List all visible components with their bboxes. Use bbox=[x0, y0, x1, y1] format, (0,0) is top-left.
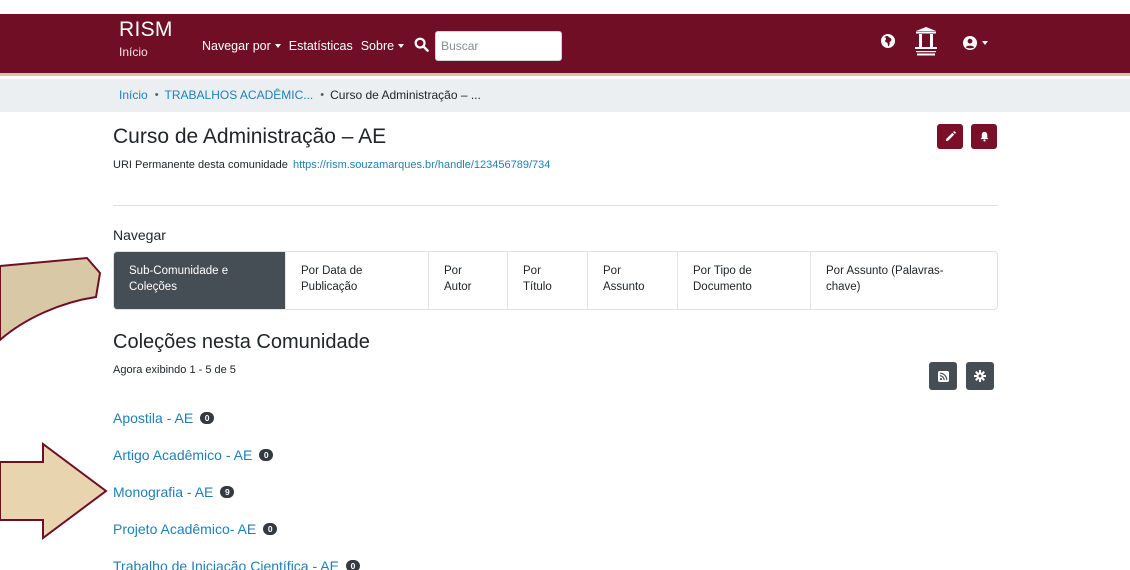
nav-about-label: Sobre bbox=[360, 39, 395, 53]
collections-heading: Coleções nesta Comunidade bbox=[113, 331, 370, 353]
institution-logo[interactable] bbox=[907, 25, 945, 61]
uri-link[interactable]: https://rism.souzamarques.br/handle/1234… bbox=[293, 159, 550, 171]
tab-label-line1: Por Data de bbox=[301, 265, 363, 277]
collection-link[interactable]: Trabalho de Iniciação Científica - AE bbox=[113, 558, 339, 570]
tab-label-line2: Documento bbox=[693, 281, 752, 293]
tab-label-line1: Por Tipo de bbox=[693, 265, 752, 277]
main-nav: Navegar por Estatísticas Sobre bbox=[202, 31, 563, 61]
item-count-badge: 0 bbox=[263, 523, 278, 535]
settings-button[interactable] bbox=[966, 362, 994, 390]
top-navbar: RISM Início Navegar por Estatísticas Sob… bbox=[0, 14, 1130, 76]
rss-button[interactable] bbox=[929, 362, 957, 390]
list-item: Monografia - AE 9 bbox=[113, 483, 360, 501]
brand[interactable]: RISM Início bbox=[119, 18, 173, 59]
user-icon bbox=[963, 36, 977, 50]
uri-label: URI Permanente desta comunidade bbox=[113, 159, 288, 171]
gear-icon bbox=[974, 370, 986, 382]
tab-by-date[interactable]: Por Data de Publicação bbox=[285, 252, 428, 309]
rss-icon bbox=[937, 370, 949, 382]
globe-icon[interactable] bbox=[880, 33, 896, 54]
page-title: Curso de Administração – AE bbox=[113, 125, 387, 148]
nav-statistics[interactable]: Estatísticas bbox=[289, 39, 353, 53]
breadcrumb-separator: • bbox=[320, 89, 325, 101]
collection-link[interactable]: Artigo Acadêmico - AE bbox=[113, 447, 252, 463]
breadcrumb: Início • TRABALHOS ACADÊMIC... • Curso d… bbox=[119, 88, 481, 102]
page: RISM Início Navegar por Estatísticas Sob… bbox=[0, 0, 1130, 570]
nav-statistics-label: Estatísticas bbox=[288, 39, 353, 53]
tab-by-keyword[interactable]: Por Assunto (Palavras- chave) bbox=[810, 252, 997, 309]
tab-by-subject[interactable]: Por Assunto bbox=[587, 252, 677, 309]
home-link[interactable]: Início bbox=[119, 45, 173, 59]
chevron-down-icon bbox=[982, 41, 988, 45]
tab-label-line1: Por bbox=[444, 265, 462, 277]
edit-icon bbox=[945, 131, 956, 142]
breadcrumb-current: Curso de Administração – ... bbox=[330, 88, 481, 102]
edit-button[interactable] bbox=[937, 124, 963, 149]
nav-about-dropdown[interactable]: Sobre bbox=[360, 39, 405, 53]
subscribe-button[interactable] bbox=[971, 124, 997, 149]
list-item: Trabalho de Iniciação Científica - AE 0 bbox=[113, 557, 360, 570]
curved-arrow-annotation bbox=[0, 256, 102, 342]
brand-name[interactable]: RISM bbox=[119, 18, 173, 42]
list-item: Projeto Acadêmico- AE 0 bbox=[113, 520, 360, 538]
chevron-down-icon bbox=[274, 44, 281, 48]
tab-label-line1: Por bbox=[603, 265, 621, 277]
item-count-badge: 0 bbox=[200, 412, 215, 424]
tab-label-line2: chave) bbox=[826, 281, 861, 293]
pointer-arrow-annotation bbox=[0, 442, 108, 540]
breadcrumb-home[interactable]: Início bbox=[119, 88, 148, 102]
nav-browse-dropdown[interactable]: Navegar por bbox=[202, 39, 281, 53]
breadcrumb-separator: • bbox=[154, 89, 159, 101]
search-icon[interactable] bbox=[414, 37, 429, 55]
search-input[interactable] bbox=[435, 31, 563, 61]
tab-label-line2: Coleções bbox=[129, 281, 177, 293]
tab-label-line1: Sub-Comunidade e bbox=[129, 265, 229, 277]
browse-tabs: Sub-Comunidade e Coleções Por Data de Pu… bbox=[113, 251, 998, 310]
header-right bbox=[880, 25, 988, 61]
browse-label: Navegar bbox=[113, 227, 166, 243]
user-menu[interactable] bbox=[962, 35, 988, 51]
item-count-badge: 9 bbox=[220, 486, 235, 498]
tab-label-line2: Autor bbox=[444, 281, 472, 293]
chevron-down-icon bbox=[398, 44, 405, 48]
divider bbox=[113, 205, 998, 206]
list-item: Apostila - AE 0 bbox=[113, 409, 360, 427]
tab-subcommunities[interactable]: Sub-Comunidade e Coleções bbox=[114, 252, 285, 309]
collection-link[interactable]: Projeto Acadêmico- AE bbox=[113, 521, 256, 537]
tab-by-title[interactable]: Por Título bbox=[507, 252, 587, 309]
tab-label-line2: Assunto bbox=[603, 281, 645, 293]
collection-link[interactable]: Monografia - AE bbox=[113, 484, 213, 500]
results-count: Agora exibindo 1 - 5 de 5 bbox=[113, 364, 236, 376]
bell-icon bbox=[979, 131, 989, 142]
item-count-badge: 0 bbox=[259, 449, 274, 461]
list-item: Artigo Acadêmico - AE 0 bbox=[113, 446, 360, 464]
permanent-uri: URI Permanente desta comunidade https://… bbox=[113, 159, 550, 171]
tab-label-line2: Publicação bbox=[301, 281, 358, 293]
collection-link[interactable]: Apostila - AE bbox=[113, 410, 193, 426]
nav-browse-label: Navegar por bbox=[202, 39, 271, 53]
tab-by-author[interactable]: Por Autor bbox=[428, 252, 507, 309]
breadcrumb-parent[interactable]: TRABALHOS ACADÊMIC... bbox=[165, 88, 314, 102]
breadcrumb-bar: Início • TRABALHOS ACADÊMIC... • Curso d… bbox=[0, 79, 1130, 112]
collection-list: Apostila - AE 0 Artigo Acadêmico - AE 0 … bbox=[113, 409, 360, 570]
item-count-badge: 0 bbox=[345, 560, 360, 570]
tab-label-line1: Por bbox=[523, 265, 541, 277]
tab-label-line1: Por Assunto (Palavras- bbox=[826, 265, 944, 277]
tab-by-document-type[interactable]: Por Tipo de Documento bbox=[677, 252, 810, 309]
tab-label-line2: Título bbox=[523, 281, 552, 293]
